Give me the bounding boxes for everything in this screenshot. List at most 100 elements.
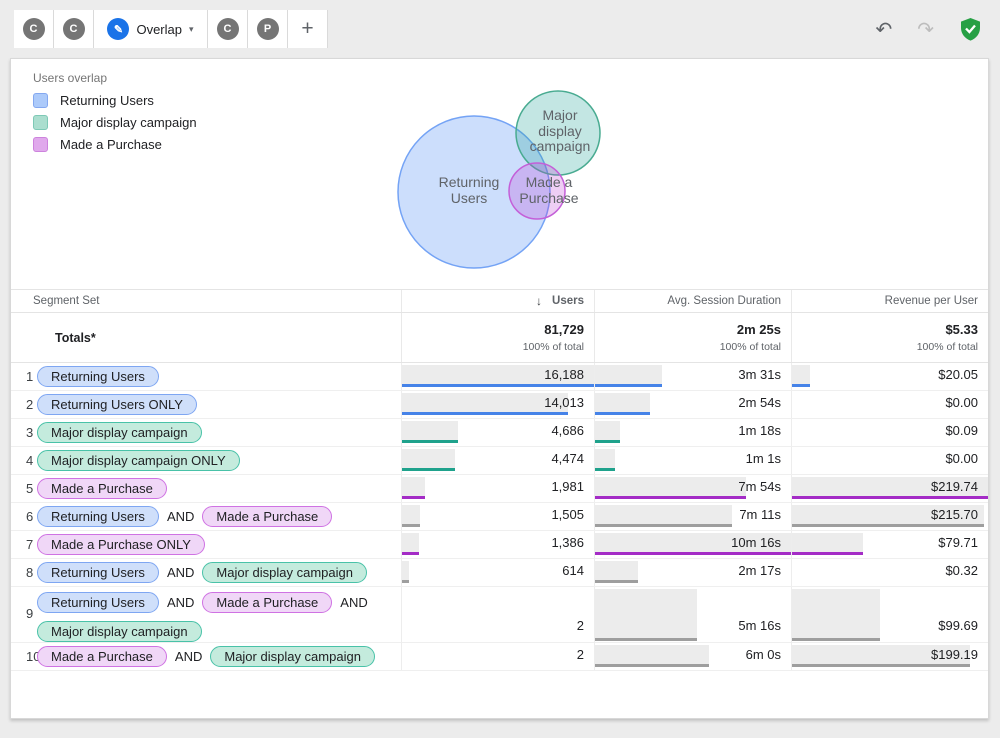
header-users-label: Users [552, 295, 584, 307]
table-row: 10 Made a Purchase AND Major display campa… [11, 643, 988, 671]
revenue-value: $0.09 [945, 419, 978, 442]
segment-chip[interactable]: Major display campaign [202, 562, 367, 583]
header-segment-set[interactable]: Segment Set [11, 290, 401, 312]
and-operator: AND [340, 595, 367, 610]
totals-users: 81,729 100% of total [401, 313, 594, 362]
and-operator: AND [175, 649, 202, 664]
users-cell: 4,686 [401, 419, 594, 446]
segment-chip[interactable]: Major display campaign [37, 422, 202, 443]
duration-cell: 7m 54s [594, 475, 791, 502]
tab-2-avatar: C [63, 18, 85, 40]
users-bar-line [402, 524, 420, 527]
row-number: 4 [11, 453, 37, 468]
users-cell: 16,188 [401, 363, 594, 390]
segment-chip[interactable]: Made a Purchase [37, 646, 167, 667]
revenue-bar-line [792, 384, 810, 387]
duration-bar-line [595, 496, 746, 499]
segment-chip[interactable]: Returning Users [37, 592, 159, 613]
segment-chip[interactable]: Major display campaign ONLY [37, 450, 240, 471]
tab-overlap-active[interactable]: ✎ Overlap ▾ [94, 10, 208, 48]
tab-bar: C C ✎ Overlap ▾ C P + [14, 10, 328, 48]
duration-value: 2m 17s [738, 559, 781, 582]
header-revenue-per-user[interactable]: Revenue per User [791, 290, 988, 312]
segment-table: Segment Set ↓ Users Avg. Session Duratio… [11, 289, 988, 671]
revenue-value: $199.19 [931, 643, 978, 666]
revenue-cell: $0.00 [791, 447, 988, 474]
users-value: 1,386 [551, 531, 584, 554]
revenue-value: $0.00 [945, 447, 978, 470]
duration-cell: 6m 0s [594, 643, 791, 670]
table-row: 3 Major display campaign 4,686 1m 18s $0… [11, 419, 988, 447]
segment-chip[interactable]: Returning Users [37, 506, 159, 527]
totals-users-value: 81,729 [544, 322, 584, 337]
table-row: 5 Made a Purchase 1,981 7m 54s $219.74 [11, 475, 988, 503]
duration-value: 5m 16s [738, 587, 781, 640]
segment-chip[interactable]: Major display campaign [37, 621, 202, 642]
legend-label: Returning Users [60, 93, 154, 108]
active-tab-label: Overlap [136, 22, 182, 37]
segment-chip[interactable]: Returning Users [37, 366, 159, 387]
segment-chip[interactable]: Made a Purchase [202, 592, 332, 613]
tab-2[interactable]: C [54, 10, 94, 48]
users-cell: 14,013 [401, 391, 594, 418]
users-bar-line [402, 468, 455, 471]
segment-chip[interactable]: Made a Purchase [202, 506, 332, 527]
tab-4[interactable]: C [208, 10, 248, 48]
segment-chip[interactable]: Returning Users [37, 562, 159, 583]
duration-bar [595, 421, 620, 440]
redo-icon[interactable]: ↷ [917, 20, 934, 40]
totals-users-pct: 100% of total [523, 341, 584, 353]
segment-chip[interactable]: Major display campaign [210, 646, 375, 667]
users-bar-line [402, 552, 419, 555]
legend-item-returning-users: Returning Users [33, 89, 197, 111]
totals-duration-value: 2m 25s [737, 322, 781, 337]
duration-value: 1m 1s [746, 447, 781, 470]
chevron-down-icon[interactable]: ▾ [189, 24, 194, 35]
venn-diagram[interactable]: Returning Users Major display campaign M… [377, 77, 667, 292]
users-value: 14,013 [544, 391, 584, 414]
revenue-value: $20.05 [938, 363, 978, 386]
revenue-bar-line [792, 552, 863, 555]
new-tab-button[interactable]: + [288, 10, 328, 48]
duration-value: 7m 11s [739, 503, 781, 526]
row-number: 10 [11, 649, 37, 664]
revenue-cell: $219.74 [791, 475, 988, 502]
totals-row: Totals* 81,729 100% of total 2m 25s 100%… [11, 313, 988, 363]
revenue-cell: $0.09 [791, 419, 988, 446]
tab-5[interactable]: P [248, 10, 288, 48]
revenue-bar [792, 589, 880, 638]
duration-cell: 5m 16s [594, 587, 791, 644]
duration-cell: 1m 1s [594, 447, 791, 474]
users-value: 16,188 [544, 363, 584, 386]
visualization-canvas: Users overlap Returning Users Major disp… [10, 58, 989, 719]
undo-icon[interactable]: ↶ [875, 20, 892, 40]
users-cell: 1,505 [401, 503, 594, 530]
header-avg-session-duration[interactable]: Avg. Session Duration [594, 290, 791, 312]
table-row: 8 Returning UsersANDMajor display campai… [11, 559, 988, 587]
header-users[interactable]: ↓ Users [401, 290, 594, 312]
table-header-row: Segment Set ↓ Users Avg. Session Duratio… [11, 289, 988, 313]
users-cell: 1,981 [401, 475, 594, 502]
segment-chip[interactable]: Made a Purchase ONLY [37, 534, 205, 555]
duration-bar [595, 561, 638, 580]
users-cell: 614 [401, 559, 594, 586]
segment-chip[interactable]: Returning Users ONLY [37, 394, 197, 415]
duration-bar-line [595, 468, 615, 471]
users-bar [402, 477, 425, 496]
legend-label: Made a Purchase [60, 137, 162, 152]
panel-title: Users overlap [33, 71, 107, 85]
segment-chip[interactable]: Made a Purchase [37, 478, 167, 499]
table-row: 4 Major display campaign ONLY 4,474 1m 1… [11, 447, 988, 475]
duration-cell: 3m 31s [594, 363, 791, 390]
revenue-value: $99.69 [938, 587, 978, 640]
revenue-bar [792, 365, 810, 384]
venn-label-major-display-campaign: Major display campaign [499, 108, 621, 155]
duration-bar [595, 365, 662, 384]
tab-1[interactable]: C [14, 10, 54, 48]
revenue-cell: $0.32 [791, 559, 988, 586]
duration-value: 6m 0s [746, 643, 781, 666]
row-number: 6 [11, 509, 37, 524]
duration-bar-line [595, 440, 620, 443]
and-operator: AND [167, 595, 194, 610]
users-value: 4,686 [551, 419, 584, 442]
